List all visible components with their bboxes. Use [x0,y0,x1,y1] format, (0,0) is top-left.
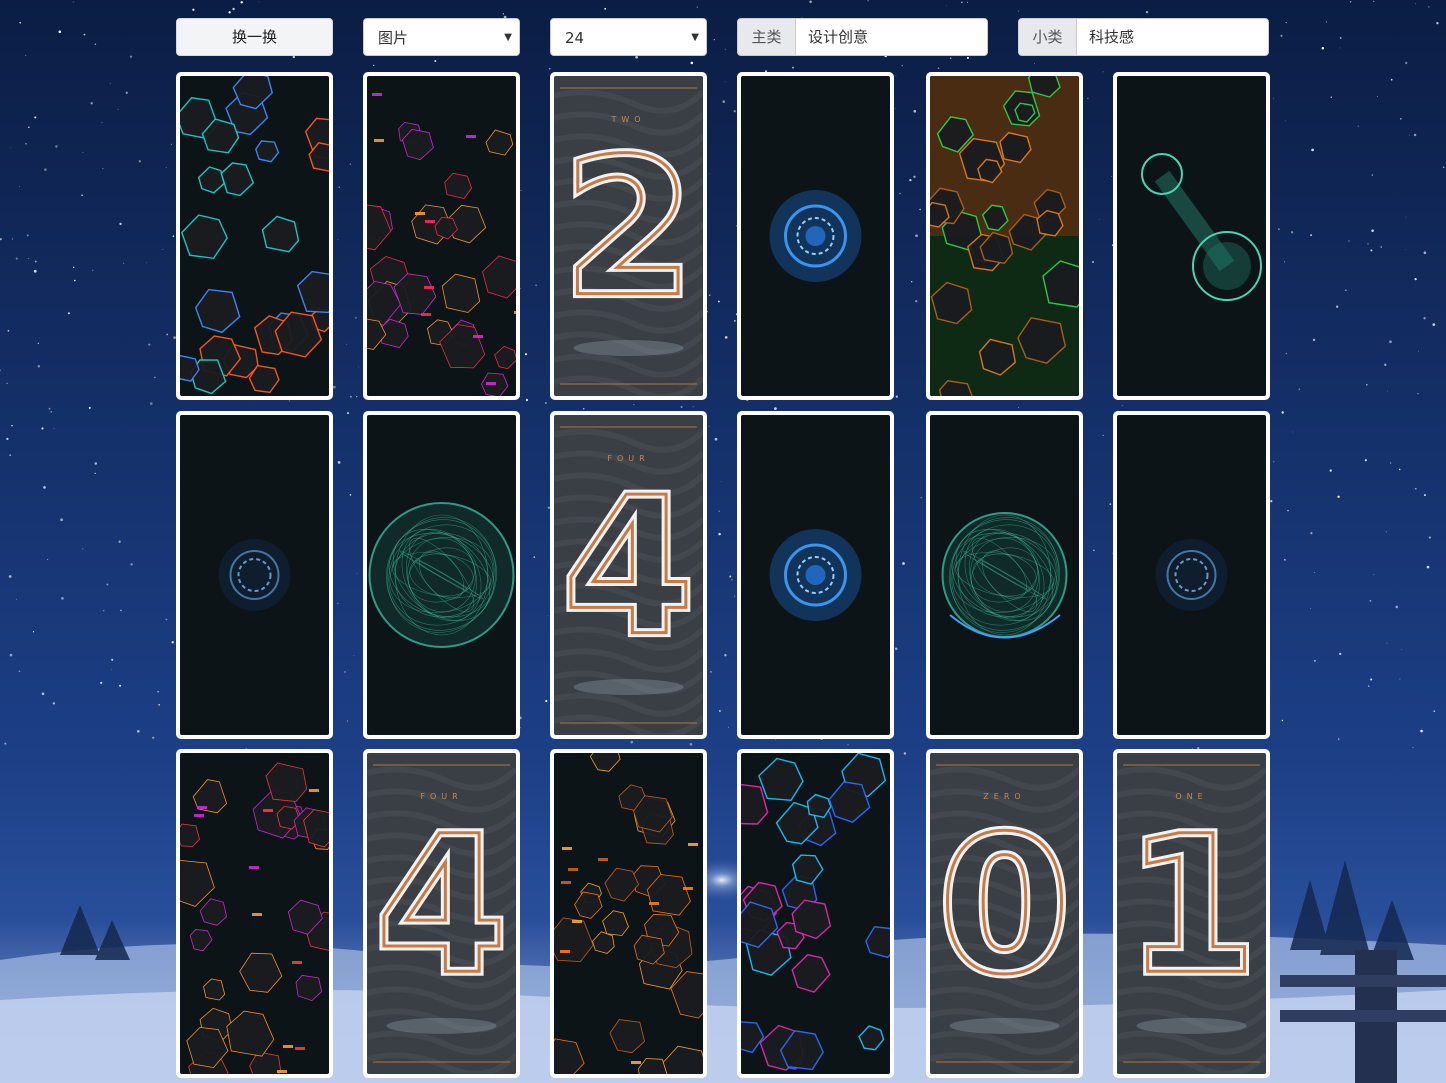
main-category-label: 主类 [737,18,795,56]
wallpaper-image: ZERO00 [930,753,1079,1074]
type-select-value: 图片 [378,29,409,47]
wallpaper-thumbnail[interactable] [176,72,333,400]
wallpaper-image: TWO22 [554,76,703,396]
wallpaper-thumbnail[interactable] [926,72,1083,400]
wallpaper-image [180,753,329,1074]
wallpaper-image: FOUR44 [367,753,516,1074]
wallpaper-image [741,415,890,735]
chevron-down-icon: ▼ [691,32,699,43]
wallpaper-image [741,76,890,396]
thumb-digit-accent: 4 [375,795,507,1016]
wallpaper-thumbnail[interactable] [1113,72,1270,400]
wallpaper-image [1117,415,1266,735]
wallpaper-image [554,753,703,1074]
wallpaper-image [930,76,1079,396]
sub-category-group: 小类 科技感 [1018,18,1269,56]
wallpaper-thumbnail[interactable]: FOUR 4 4 [363,749,520,1078]
wallpaper-image [1117,76,1266,396]
wallpaper-thumbnail[interactable]: FOUR 4 4 [550,411,707,739]
wallpaper-image [180,76,329,396]
count-select-value: 24 [565,29,585,47]
wallpaper-thumbnail[interactable] [737,72,894,400]
wallpaper-image: ONE11 [1117,753,1266,1074]
wallpaper-image [367,76,516,396]
chevron-down-icon: ▼ [504,32,512,43]
thumb-digit-accent: 0 [938,795,1070,1016]
sub-category-label: 小类 [1018,18,1076,56]
wallpaper-thumbnail[interactable] [926,411,1083,739]
wallpaper-thumbnail[interactable] [1113,411,1270,739]
main-category-group: 主类 设计创意 [737,18,988,56]
wallpaper-thumbnail[interactable] [550,749,707,1078]
wallpaper-thumbnail[interactable]: ZERO 0 0 [926,749,1083,1078]
wallpaper-image: FOUR44 [554,415,703,735]
wallpaper-image [930,415,1079,735]
wallpaper-thumbnail[interactable] [363,72,520,400]
wallpaper-thumbnail[interactable] [176,749,333,1078]
thumb-digit-accent: 4 [562,457,694,678]
wallpaper-thumbnail[interactable] [176,411,333,739]
count-select[interactable]: 24 ▼ [550,18,707,56]
thumb-digit-accent: 2 [562,118,694,339]
toolbar: 换一换 图片 ▼ 24 ▼ 主类 设计创意 小类 科技感 [0,18,1446,56]
thumb-digit-accent: 1 [1125,795,1257,1016]
wallpaper-thumbnail[interactable] [363,411,520,739]
wallpaper-thumbnail[interactable] [737,749,894,1078]
wallpaper-image [741,753,890,1074]
type-select[interactable]: 图片 ▼ [363,18,520,56]
wallpaper-thumbnail[interactable]: ONE 1 1 [1113,749,1270,1078]
main-category-input[interactable]: 设计创意 [795,18,988,56]
wallpaper-thumbnail[interactable]: TWO 2 2 [550,72,707,400]
wallpaper-image [367,415,516,735]
refresh-button[interactable]: 换一换 [176,18,333,56]
wallpaper-thumbnail[interactable] [737,411,894,739]
wallpaper-image [180,415,329,735]
sub-category-input[interactable]: 科技感 [1076,18,1269,56]
